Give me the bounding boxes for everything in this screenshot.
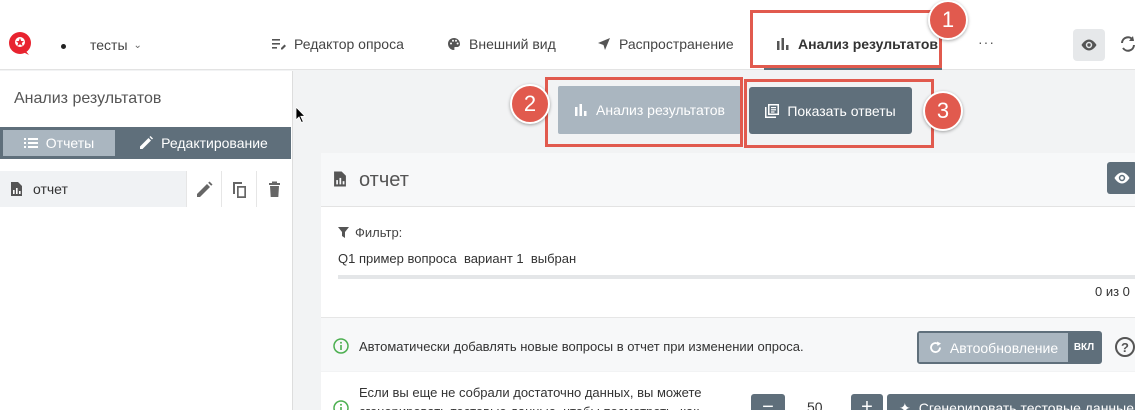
report-title: отчет: [359, 169, 409, 191]
generate-test-data-button[interactable]: ✦ Сгенерировать тестовые данные: [887, 394, 1135, 410]
report-filter-panel: Фильтр: Q1 пример вопроса вариант 1 выбр…: [321, 207, 1135, 317]
list-icon: [23, 138, 38, 148]
decrement-button[interactable]: −: [751, 394, 785, 410]
info-icon: [333, 338, 349, 354]
report-preview-button[interactable]: [1107, 162, 1135, 194]
tab-reports-label: Отчеты: [45, 135, 95, 151]
auto-update-row: Автоматически добавлять новые вопросы в …: [321, 317, 1135, 371]
sidebar: Анализ результатов Отчеты Редактирование…: [0, 71, 293, 410]
delete-report-button[interactable]: [256, 171, 291, 207]
annotation-box-1: [750, 10, 942, 68]
document-icon: [334, 171, 346, 187]
refresh-icon: [929, 341, 941, 353]
auto-update-toggle[interactable]: Автообновление ВКЛ: [917, 331, 1102, 364]
status-dot: [61, 44, 66, 49]
annotation-badge-1: 1: [928, 0, 968, 40]
nav-editor-label: Редактор опроса: [294, 36, 404, 52]
auto-update-button[interactable]: Автообновление: [919, 333, 1068, 362]
more-icon[interactable]: ···: [978, 34, 995, 50]
copy-icon: [232, 181, 246, 198]
filter-icon: [338, 227, 349, 238]
response-count: 0 из 0: [1095, 284, 1130, 299]
chevron-down-icon: ⌄: [133, 39, 142, 51]
filter-label-text: Фильтр:: [355, 225, 403, 240]
annotation-box-3: [744, 79, 934, 148]
help-icon[interactable]: ?: [1115, 337, 1135, 357]
auto-update-state: ВКЛ: [1068, 333, 1100, 362]
palette-icon: [448, 38, 460, 50]
increment-button[interactable]: +: [851, 394, 883, 410]
edit-list-icon: [272, 39, 286, 50]
sidebar-tabs: Отчеты Редактирование: [0, 127, 291, 159]
mouse-cursor-icon: [296, 107, 306, 123]
tab-editing[interactable]: Редактирование: [117, 128, 290, 158]
sidebar-title: Анализ результатов: [14, 90, 162, 107]
auto-update-label: Автообновление: [949, 339, 1059, 356]
nav-distribution-label: Распространение: [619, 36, 734, 52]
edit-report-button[interactable]: [186, 171, 221, 207]
list-item[interactable]: отчет: [0, 171, 291, 207]
document-icon: [11, 182, 22, 196]
tab-editing-label: Редактирование: [161, 135, 268, 151]
trash-icon: [268, 181, 280, 197]
copy-report-button[interactable]: [221, 171, 256, 207]
generate-test-data-row: Если вы еще не собрали достаточно данных…: [321, 372, 1135, 410]
info-icon: [333, 400, 349, 410]
annotation-badge-2: 2: [510, 84, 550, 124]
nav-distribution[interactable]: Распространение: [597, 36, 734, 52]
test-data-count[interactable]: 50: [807, 399, 823, 410]
nav-editor[interactable]: Редактор опроса: [272, 36, 404, 52]
filter-label: Фильтр:: [338, 225, 402, 240]
annotation-box-2: [545, 77, 743, 147]
pencil-icon: [140, 136, 154, 149]
nav-appearance[interactable]: Внешний вид: [447, 36, 556, 52]
project-selector[interactable]: тесты ⌄: [90, 37, 142, 53]
progress-bar: [338, 275, 1135, 279]
report-name: отчет: [33, 181, 68, 197]
auto-update-text: Автоматически добавлять новые вопросы в …: [359, 339, 804, 354]
eye-icon: [1081, 39, 1097, 51]
refresh-icon[interactable]: [1120, 36, 1135, 52]
send-icon: [598, 38, 610, 50]
generate-button-label: Сгенерировать тестовые данные: [918, 400, 1135, 410]
project-name: тесты: [90, 37, 128, 53]
pencil-icon: [196, 181, 212, 197]
nav-appearance-label: Внешний вид: [469, 36, 556, 52]
sparkle-icon: ✦: [899, 400, 911, 410]
filter-value: Q1 пример вопроса вариант 1 выбран: [338, 251, 577, 266]
preview-button[interactable]: [1073, 29, 1105, 61]
eye-icon: [1114, 172, 1130, 184]
report-actions: [186, 171, 291, 207]
report-header: отчет: [321, 153, 1135, 207]
app-logo-icon[interactable]: [7, 30, 33, 56]
annotation-badge-3: 3: [923, 91, 963, 131]
generate-text: Если вы еще не собрали достаточно данных…: [359, 385, 702, 410]
tab-reports[interactable]: Отчеты: [1, 128, 117, 158]
